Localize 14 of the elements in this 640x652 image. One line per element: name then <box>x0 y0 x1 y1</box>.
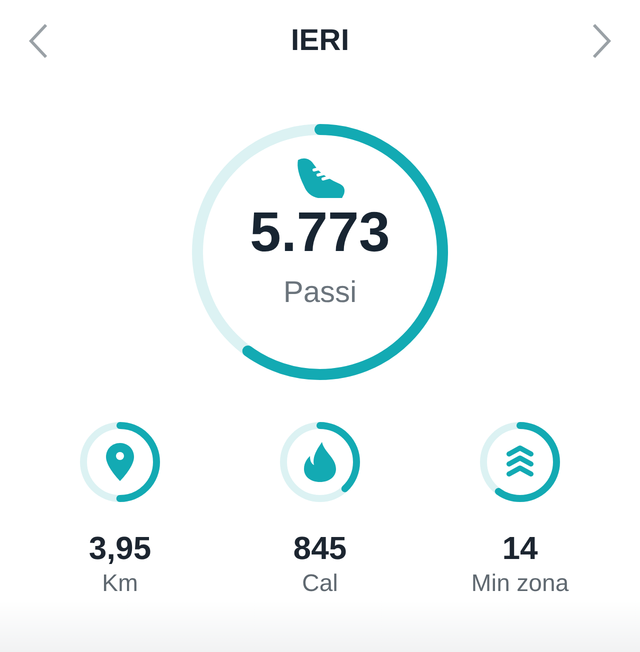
stat-label: Min zona <box>471 570 569 598</box>
steps-label: Passi <box>283 276 357 310</box>
stat-value: 14 <box>502 532 538 564</box>
day-title: IERI <box>290 24 350 58</box>
flame-icon <box>304 442 336 482</box>
chevron-right-icon <box>592 23 612 59</box>
stat-label: Km <box>102 570 138 598</box>
steps-value: 5.773 <box>250 204 390 260</box>
chevron-left-icon <box>28 23 48 59</box>
stat-value: 3,95 <box>88 532 152 564</box>
stat-label: Cal <box>302 570 338 598</box>
location-pin-icon <box>106 443 134 481</box>
chevrons-up-icon <box>506 445 534 479</box>
stat-value: 845 <box>293 532 347 564</box>
